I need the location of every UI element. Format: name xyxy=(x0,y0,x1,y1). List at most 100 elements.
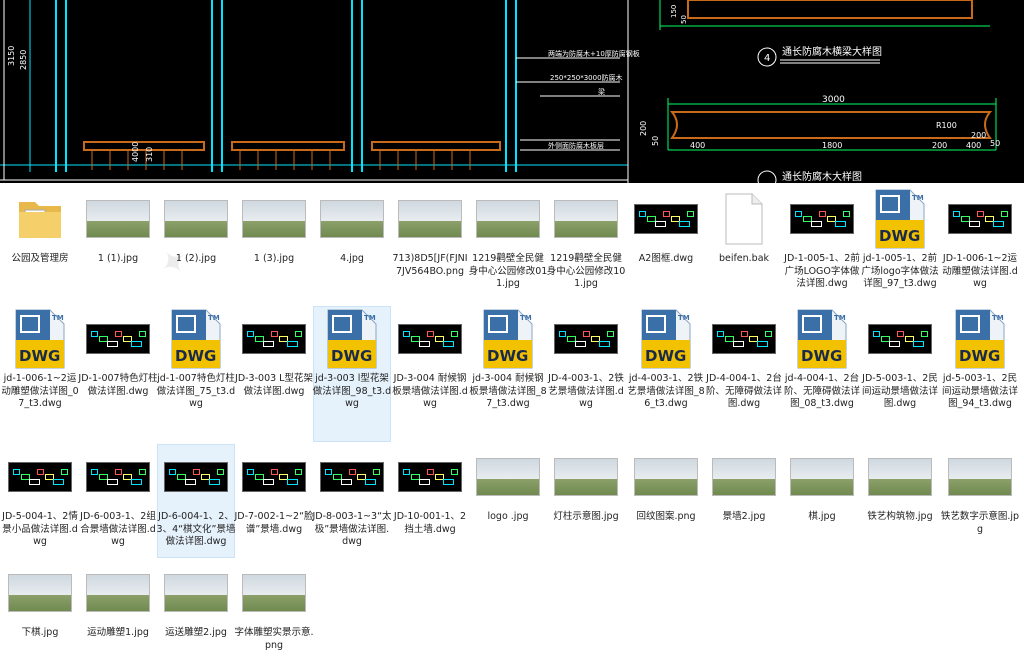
image-thumbnail xyxy=(634,458,698,496)
cad-thumbnail xyxy=(634,204,698,234)
svg-text:TM: TM xyxy=(520,314,532,322)
svg-text:TM: TM xyxy=(992,314,1004,322)
file-item[interactable]: beifen.bak xyxy=(706,187,782,297)
file-item[interactable]: 棋.jpg xyxy=(784,445,860,557)
file-item[interactable]: DWG TM jd-3-004 耐候钢板景墙做法详图_87_t3.dwg xyxy=(469,307,547,441)
file-thumbnail xyxy=(634,187,698,251)
file-item[interactable]: DWG TM jd-5-003-1、2民间运动景墙做法详图_94_t3.dwg xyxy=(942,307,1018,441)
svg-text:3150: 3150 xyxy=(7,46,16,66)
file-item[interactable]: JD-5-004-1、2情景小品做法详图.dwg xyxy=(2,445,78,557)
file-name: jd-1-006-1~2运动雕塑做法详图_07_t3.dwg xyxy=(1,373,79,409)
svg-text:200: 200 xyxy=(932,141,947,150)
file-name: logo .jpg xyxy=(487,511,529,522)
file-item[interactable]: 1 (2).jpg xyxy=(158,187,234,297)
file-name: JD-4-004-1、2台阶、无障碍做法详图.dwg xyxy=(705,373,782,409)
file-item[interactable]: JD-1-005-1、2前广场LOGO字体做法详图.dwg xyxy=(784,187,860,297)
file-name: JD-10-001-1、2挡土墙.dwg xyxy=(393,511,467,535)
cad-thumbnail xyxy=(948,204,1012,234)
file-thumbnail xyxy=(476,187,540,251)
file-item[interactable]: 1219鹳壁全民健身中心公园修改101.jpg xyxy=(546,187,626,297)
cad-thumbnail xyxy=(320,462,384,492)
file-thumbnail xyxy=(554,187,618,251)
file-thumbnail xyxy=(8,561,72,625)
file-name: 灯柱示意图.jpg xyxy=(553,511,619,522)
file-item[interactable]: DWG TM jd-1-006-1~2运动雕塑做法详图_07_t3.dwg xyxy=(1,307,79,441)
file-item[interactable]: 713)8D5[JF(FJNI7JV564BO.png xyxy=(392,187,468,297)
image-thumbnail xyxy=(242,574,306,612)
file-item[interactable]: 运动雕塑1.jpg xyxy=(80,561,156,671)
svg-text:200: 200 xyxy=(971,131,986,140)
file-item[interactable]: 运送雕塑2.jpg xyxy=(158,561,234,671)
file-item[interactable]: A2图框.dwg xyxy=(628,187,704,297)
file-name: JD-7-002-1~2“脸谱”景墙.dwg xyxy=(234,511,314,535)
file-item[interactable]: JD-7-002-1~2“脸谱”景墙.dwg xyxy=(234,445,314,557)
file-item[interactable]: JD-4-003-1、2铁艺景墙做法详图.dwg xyxy=(548,307,624,441)
file-item[interactable]: logo .jpg xyxy=(470,445,546,557)
cad-thumbnail xyxy=(790,204,854,234)
file-thumbnail xyxy=(398,187,462,251)
file-item[interactable]: JD-6-004-1、2、3、4“棋文化”景墙做法详图.dwg xyxy=(157,444,235,558)
svg-text:DWG: DWG xyxy=(331,347,372,365)
image-thumbnail xyxy=(476,200,540,238)
file-item[interactable]: JD-10-001-1、2挡土墙.dwg xyxy=(392,445,468,557)
file-name: jd-3-003 l型花架做法详图_98_t3.dwg xyxy=(312,373,392,409)
file-name: jd-1-005-1、2前广场logo字体做法详图_97_t3.dwg xyxy=(861,253,939,289)
file-item[interactable]: DWG TM jd-4-003-1、2铁艺景墙做法详图_86_t3.dwg xyxy=(627,307,705,441)
file-item[interactable]: JD-3-004 耐候钢板景墙做法详图.dwg xyxy=(392,307,468,441)
image-thumbnail xyxy=(712,458,776,496)
file-name: beifen.bak xyxy=(718,253,770,264)
file-item[interactable]: 下棋.jpg xyxy=(2,561,78,671)
svg-text:TM: TM xyxy=(912,194,924,202)
file-item[interactable]: JD-3-003 L型花架做法详图.dwg xyxy=(235,307,313,441)
file-item[interactable]: JD-1-006-1~2运动雕塑做法详图.dwg xyxy=(942,187,1018,297)
file-thumbnail xyxy=(868,307,932,371)
file-name: 下棋.jpg xyxy=(21,627,59,638)
file-thumbnail: DWG TM xyxy=(868,187,932,251)
svg-text:200: 200 xyxy=(639,121,648,136)
file-name: jd-4-003-1、2铁艺景墙做法详图_86_t3.dwg xyxy=(627,373,705,409)
file-item[interactable]: 字体雕塑实景示意.png xyxy=(234,561,314,671)
file-name: 铁艺构筑物.jpg xyxy=(867,511,933,522)
svg-text:DWG: DWG xyxy=(959,347,1000,365)
file-item[interactable]: DWG TM jd-3-003 l型花架做法详图_98_t3.dwg xyxy=(312,306,392,442)
file-thumbnail xyxy=(712,445,776,509)
file-item[interactable]: 1219鹳壁全民健身中心公园修改011.jpg xyxy=(469,187,547,297)
file-name: 1219鹳壁全民健身中心公园修改101.jpg xyxy=(546,253,626,289)
file-name: 运动雕塑1.jpg xyxy=(87,627,149,638)
file-name: 景墙2.jpg xyxy=(722,511,766,522)
svg-text:50: 50 xyxy=(990,139,1000,148)
file-name: 公园及管理房 xyxy=(11,253,69,264)
file-thumbnail xyxy=(320,187,384,251)
svg-text:梁: 梁 xyxy=(598,87,605,96)
file-item[interactable]: 景墙2.jpg xyxy=(706,445,782,557)
file-item[interactable]: 灯柱示意图.jpg xyxy=(548,445,624,557)
cad-thumbnail xyxy=(868,324,932,354)
file-item[interactable]: DWG TM jd-4-004-1、2台阶、无障碍做法详图_08_t3.dwg xyxy=(784,307,860,441)
file-thumbnail xyxy=(476,445,540,509)
file-item[interactable]: JD-5-003-1、2民间运动景墙做法详图.dwg xyxy=(862,307,938,441)
file-item[interactable]: 公园及管理房 xyxy=(2,187,78,297)
file-item[interactable]: 铁艺数字示意图.jpg xyxy=(941,445,1019,557)
dwg-file-icon: DWG TM xyxy=(483,309,533,369)
cad-thumbnail xyxy=(86,324,150,354)
file-item[interactable]: JD-6-003-1、2组合景墙做法详图.dwg xyxy=(80,445,156,557)
dwg-file-icon: DWG TM xyxy=(171,309,221,369)
file-thumbnail xyxy=(164,561,228,625)
file-item[interactable]: JD-8-003-1~3“太极”景墙做法详图.dwg xyxy=(312,445,392,557)
file-item[interactable]: JD-4-004-1、2台阶、无障碍做法详图.dwg xyxy=(706,307,782,441)
file-name: 字体雕塑实景示意.png xyxy=(234,627,314,651)
file-name: jd-4-004-1、2台阶、无障碍做法详图_08_t3.dwg xyxy=(783,373,860,409)
file-item[interactable]: 1 (1).jpg xyxy=(80,187,156,297)
file-item[interactable]: 4.jpg xyxy=(314,187,390,297)
file-item[interactable]: JD-1-007特色灯柱做法详图.dwg xyxy=(78,307,158,441)
file-item[interactable]: 1 (3).jpg xyxy=(236,187,312,297)
image-thumbnail xyxy=(554,200,618,238)
svg-text:3000: 3000 xyxy=(822,95,845,105)
folder-icon xyxy=(19,202,61,238)
file-item[interactable]: 回纹图案.png xyxy=(628,445,704,557)
image-thumbnail xyxy=(86,574,150,612)
file-thumbnail: DWG TM xyxy=(634,307,698,371)
file-item[interactable]: DWG TM jd-1-005-1、2前广场logo字体做法详图_97_t3.dwg xyxy=(861,187,939,297)
file-item[interactable]: DWG TM jd-1-007特色灯柱做法详图_75_t3.dwg xyxy=(157,307,235,441)
file-item[interactable]: 铁艺构筑物.jpg xyxy=(862,445,938,557)
